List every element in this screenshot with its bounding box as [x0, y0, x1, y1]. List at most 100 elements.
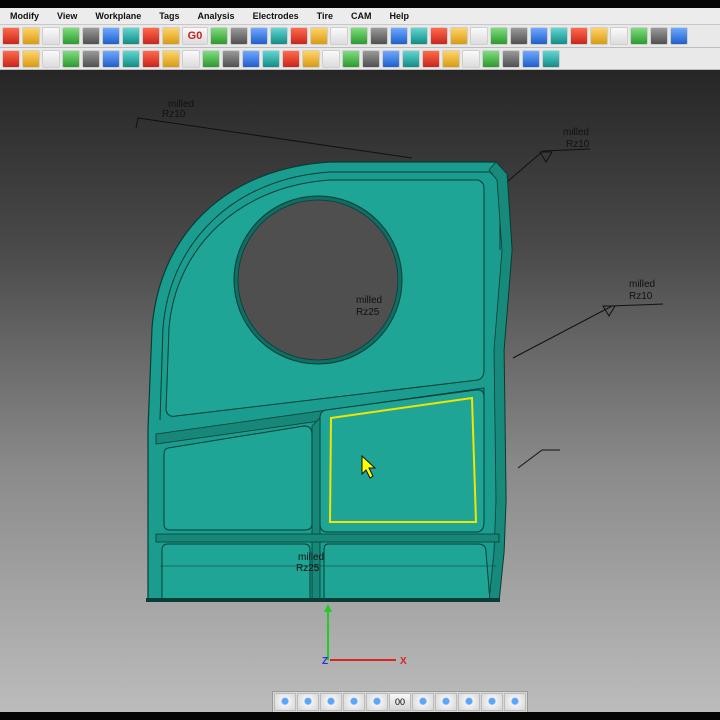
grid-icon[interactable] [570, 27, 588, 45]
hatch-color-icon[interactable] [322, 49, 340, 68]
shade-icon[interactable] [302, 49, 320, 68]
color-icon[interactable] [502, 49, 520, 68]
measure-icon[interactable] [162, 27, 180, 45]
circle-p-icon[interactable] [262, 49, 280, 68]
save-file-icon[interactable] [42, 49, 60, 68]
project-icon[interactable] [470, 27, 488, 45]
pocket-icon[interactable] [350, 27, 368, 45]
corner-icon[interactable] [590, 27, 608, 45]
axis-x-label: X [400, 656, 407, 667]
wireframe-icon[interactable] [282, 49, 300, 68]
annotation-top-right-line2: Rz10 [566, 139, 590, 150]
mesh-icon[interactable] [550, 27, 568, 45]
settings-wheel-icon[interactable] [504, 693, 526, 711]
g0-icon-label: G0 [187, 30, 203, 42]
undo-icon[interactable] [142, 49, 160, 68]
tag-v2-icon[interactable] [390, 27, 408, 45]
annotation-center-line2: Rz25 [356, 307, 380, 318]
pocket-middle-right[interactable] [319, 389, 485, 533]
menu-cam[interactable]: CAM [341, 11, 380, 21]
clip-icon[interactable] [650, 27, 668, 45]
open-file-icon[interactable] [22, 49, 40, 68]
italic-i-icon[interactable] [122, 49, 140, 68]
snap-icon[interactable] [210, 27, 228, 45]
menu-help[interactable]: Help [379, 11, 417, 21]
axis-z-label: Z [322, 656, 328, 667]
zoom-icon[interactable] [22, 27, 40, 45]
g0-icon[interactable]: G0 [182, 27, 208, 45]
split-icon[interactable] [342, 49, 360, 68]
blend-icon[interactable] [290, 27, 308, 45]
fix-icon[interactable] [422, 49, 440, 68]
model-canvas[interactable]: milled Rz10 milled Rz10 milled Rz10 mill… [0, 70, 720, 712]
pencil-icon[interactable] [343, 693, 365, 711]
offset-icon[interactable] [362, 49, 380, 68]
heal-icon[interactable] [442, 49, 460, 68]
counter-icon-label: 00 [394, 697, 405, 707]
wire-icon[interactable] [142, 27, 160, 45]
menu-analysis[interactable]: Analysis [188, 11, 243, 21]
relate-icon[interactable] [182, 49, 200, 68]
fillet-icon[interactable] [510, 27, 528, 45]
play-icon[interactable] [522, 49, 540, 68]
menu-view[interactable]: View [47, 11, 85, 21]
window-top-strip [0, 0, 720, 8]
dimension-icon[interactable] [42, 27, 60, 45]
tag-v-icon[interactable] [370, 27, 388, 45]
axis-triad: X Z [322, 604, 407, 667]
pick-icon[interactable] [320, 693, 342, 711]
grid-two-icon[interactable] [542, 49, 560, 68]
trim-icon[interactable] [382, 49, 400, 68]
app-window: Modify View Workplane Tags Analysis Electrode… [0, 0, 720, 720]
sphere-icon[interactable] [222, 49, 240, 68]
green-part-icon[interactable] [250, 27, 268, 45]
diamond-icon[interactable] [482, 49, 500, 68]
cube-icon[interactable] [202, 49, 220, 68]
info-icon[interactable] [102, 49, 120, 68]
torus-icon[interactable] [242, 49, 260, 68]
probe-icon[interactable] [412, 693, 434, 711]
step-icon[interactable] [270, 27, 288, 45]
pocket-bottom-left[interactable] [161, 543, 311, 602]
menu-tags[interactable]: Tags [149, 11, 187, 21]
magic-icon[interactable] [458, 693, 480, 711]
extend-icon[interactable] [402, 49, 420, 68]
menu-workplane[interactable]: Workplane [85, 11, 149, 21]
pen-icon[interactable] [481, 693, 503, 711]
menu-bar: Modify View Workplane Tags Analysis Electrode… [0, 8, 720, 25]
workplane-icon[interactable] [2, 27, 20, 45]
counter-icon[interactable]: 00 [389, 693, 411, 711]
rotate-icon[interactable] [82, 27, 100, 45]
gear-icon[interactable] [82, 49, 100, 68]
redo-icon[interactable] [162, 49, 180, 68]
curve-icon[interactable] [310, 27, 328, 45]
analyze-icon[interactable] [462, 49, 480, 68]
mirror-icon[interactable] [102, 27, 120, 45]
link-icon[interactable] [230, 27, 248, 45]
search-icon[interactable] [670, 27, 688, 45]
link-v-icon[interactable] [430, 27, 448, 45]
menu-electrodes[interactable]: Electrodes [243, 11, 307, 21]
hole-icon[interactable] [330, 27, 348, 45]
print-icon[interactable] [62, 49, 80, 68]
cutter-icon[interactable] [435, 693, 457, 711]
move-icon[interactable] [62, 27, 80, 45]
cad-viewport[interactable]: milled Rz10 milled Rz10 milled Rz10 mill… [0, 70, 720, 712]
circular-hole[interactable] [233, 195, 403, 365]
divide-icon[interactable] [490, 27, 508, 45]
tag-icon[interactable] [122, 27, 140, 45]
hatch-icon[interactable] [630, 27, 648, 45]
corner-two-icon[interactable] [610, 27, 628, 45]
pocket-bottom-right[interactable] [323, 543, 491, 602]
select-icon[interactable] [274, 693, 296, 711]
surface-icon[interactable] [450, 27, 468, 45]
chamfer-icon[interactable] [530, 27, 548, 45]
annotation-top-right-line1: milled [563, 127, 589, 138]
annotation-bottom-line2: Rz25 [296, 563, 320, 574]
menu-modify[interactable]: Modify [0, 11, 47, 21]
wire-v-icon[interactable] [410, 27, 428, 45]
globe-icon[interactable] [297, 693, 319, 711]
new-file-icon[interactable] [2, 49, 20, 68]
tool-icon[interactable] [366, 693, 388, 711]
menu-tire[interactable]: Tire [307, 11, 341, 21]
